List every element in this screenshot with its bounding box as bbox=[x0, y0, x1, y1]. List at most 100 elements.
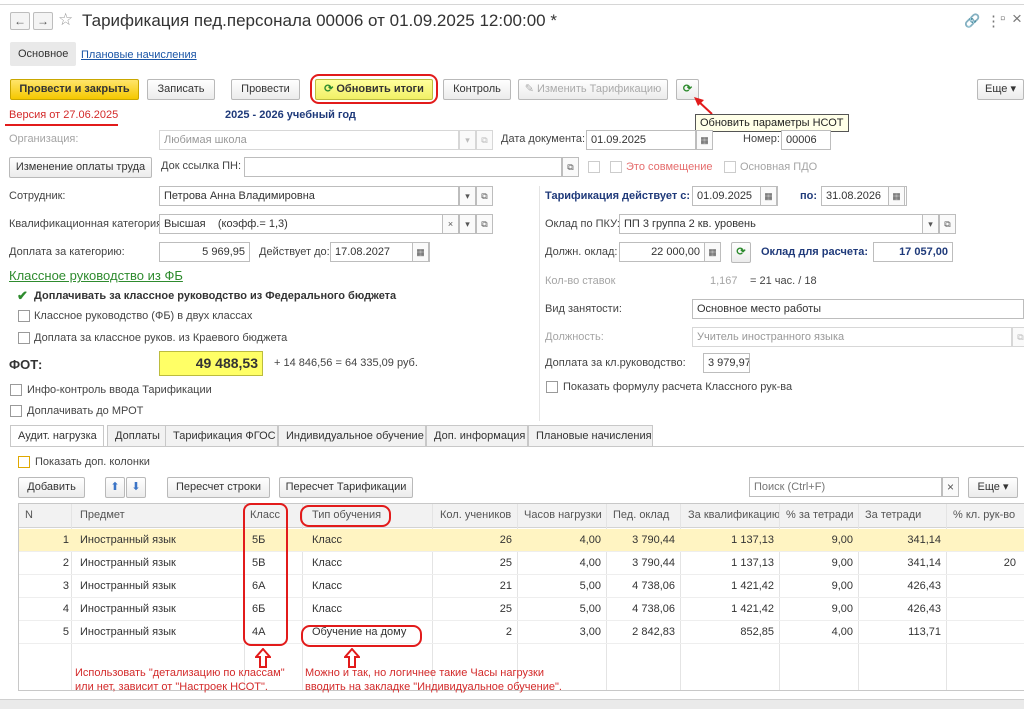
salary-refresh-button[interactable]: ⟳ bbox=[731, 242, 751, 263]
search-input[interactable] bbox=[749, 477, 942, 497]
add-row-button[interactable]: Добавить bbox=[18, 477, 85, 498]
category-clear-icon[interactable]: × bbox=[442, 214, 459, 234]
calendar-from-icon[interactable]: ▦ bbox=[760, 186, 777, 206]
mrot-label: Доплачивать до МРОТ bbox=[27, 405, 144, 417]
position-open-icon[interactable]: ⧉ bbox=[1012, 327, 1024, 347]
save-button[interactable]: Записать bbox=[147, 79, 215, 100]
pku-field[interactable]: ПП 3 группа 2 кв. уровень bbox=[619, 214, 924, 234]
col-class-lead-pct[interactable]: % кл. рук-во bbox=[953, 509, 1015, 521]
position-field[interactable]: Учитель иностранного языка bbox=[692, 327, 1012, 347]
col-hours[interactable]: Часов нагрузки bbox=[524, 509, 602, 521]
category-pay-field[interactable]: 5 969,95 bbox=[159, 242, 250, 262]
change-tarif-button[interactable]: ✎ Изменить Тарификацию bbox=[518, 79, 668, 100]
show-formula-checkbox[interactable] bbox=[546, 381, 558, 393]
cell-hours: 3,00 bbox=[579, 626, 601, 638]
employment-field[interactable]: Основное место работы bbox=[692, 299, 1024, 319]
main-pdo-checkbox[interactable] bbox=[724, 161, 736, 173]
col-ped-salary[interactable]: Пед. оклад bbox=[613, 509, 669, 521]
post-close-button[interactable]: Провести и закрыть bbox=[10, 79, 139, 100]
refresh-totals-button[interactable]: ⟳ Обновить итоги bbox=[315, 79, 433, 100]
tab-extra-info[interactable]: Доп. информация bbox=[426, 425, 528, 446]
col-n[interactable]: N bbox=[25, 509, 33, 521]
two-classes-checkbox[interactable] bbox=[18, 310, 30, 322]
cell-students: 2 bbox=[505, 626, 512, 638]
restore-icon[interactable]: ▫ bbox=[1000, 10, 1005, 27]
category-field[interactable]: Высшая (коэфф.= 1,3) bbox=[159, 214, 459, 234]
link-icon[interactable]: 🔗 bbox=[964, 13, 980, 29]
post-button[interactable]: Провести bbox=[231, 79, 300, 100]
annotation-left-1: Использовать "детализацию по классам" bbox=[75, 667, 285, 679]
control-button[interactable]: Контроль bbox=[443, 79, 511, 100]
more-button[interactable]: Еще ▾ bbox=[977, 79, 1024, 100]
calc-icon[interactable]: ▦ bbox=[704, 242, 721, 262]
forward-icon[interactable]: → bbox=[33, 12, 53, 30]
pku-dropdown-icon[interactable]: ▾ bbox=[922, 214, 939, 234]
table-row[interactable]: 3 Иностранный язык 6А Класс 21 5,00 4 73… bbox=[19, 575, 1024, 598]
table-row[interactable]: 5 Иностранный язык 4А Обучение на дому 2… bbox=[19, 621, 1024, 644]
org-open-icon[interactable]: ⧉ bbox=[476, 130, 493, 150]
back-icon[interactable]: ← bbox=[10, 12, 30, 30]
col-qualification[interactable]: За квалификацию bbox=[688, 509, 780, 521]
table-row[interactable]: 1 Иностранный язык 5Б Класс 26 4,00 3 79… bbox=[19, 529, 1024, 552]
rates-label: Кол-во ставок bbox=[545, 275, 616, 287]
category-open-icon[interactable]: ⧉ bbox=[476, 214, 493, 234]
org-dropdown-icon[interactable]: ▾ bbox=[459, 130, 476, 150]
move-down-icon[interactable]: ⬇ bbox=[126, 477, 146, 498]
change-pay-button[interactable]: Изменение оплаты труда bbox=[9, 157, 152, 178]
cell-qualification: 1 421,42 bbox=[731, 580, 774, 592]
regional-checkbox[interactable] bbox=[18, 332, 30, 344]
calendar-valid-icon[interactable]: ▦ bbox=[412, 242, 429, 262]
category-dropdown-icon[interactable]: ▾ bbox=[459, 214, 476, 234]
fot-value[interactable]: 49 488,53 bbox=[159, 351, 263, 376]
disabled-checkbox[interactable] bbox=[588, 161, 600, 173]
number-field[interactable]: 00006 bbox=[781, 130, 831, 150]
calendar-icon[interactable]: ▦ bbox=[696, 130, 713, 150]
federal-check-icon[interactable]: ✔ bbox=[17, 288, 28, 304]
table-row[interactable]: 2 Иностранный язык 5В Класс 25 4,00 3 79… bbox=[19, 552, 1024, 575]
pku-open-icon[interactable]: ⧉ bbox=[939, 214, 956, 234]
cell-students: 25 bbox=[499, 557, 512, 569]
mrot-checkbox[interactable] bbox=[10, 405, 22, 417]
class-pay-field[interactable]: 3 979,97 bbox=[703, 353, 750, 373]
menu-icon[interactable]: ⋮ bbox=[986, 12, 1001, 30]
move-up-icon[interactable]: ⬆ bbox=[105, 477, 125, 498]
recalc-rows-button[interactable]: Пересчет строки bbox=[167, 477, 270, 498]
extra-cols-checkbox[interactable] bbox=[18, 456, 30, 468]
employee-field[interactable]: Петрова Анна Владимировна bbox=[159, 186, 459, 206]
tab-extra-pay[interactable]: Доплаты bbox=[107, 425, 168, 446]
calendar-to-icon[interactable]: ▦ bbox=[888, 186, 905, 206]
tab-main[interactable]: Основное bbox=[10, 42, 77, 66]
col-notebooks-pct[interactable]: % за тетради bbox=[786, 509, 854, 521]
tab-individual[interactable]: Индивидуальное обучение bbox=[278, 425, 426, 446]
col-subject[interactable]: Предмет bbox=[80, 509, 125, 521]
tab-fgos[interactable]: Тарификация ФГОС bbox=[165, 425, 278, 446]
cell-hours: 5,00 bbox=[579, 580, 601, 592]
col-students[interactable]: Кол. учеников bbox=[440, 509, 511, 521]
org-field[interactable]: Любимая школа bbox=[159, 130, 459, 150]
cell-notebooks: 113,71 bbox=[908, 626, 941, 638]
close-icon[interactable]: × bbox=[1012, 9, 1022, 29]
combination-checkbox[interactable] bbox=[610, 161, 622, 173]
tab-planned[interactable]: Плановые начисления bbox=[81, 49, 197, 61]
col-notebooks[interactable]: За тетради bbox=[865, 509, 921, 521]
salary-field[interactable]: 22 000,00 bbox=[619, 242, 705, 262]
doc-date-field[interactable]: 01.09.2025 bbox=[586, 130, 696, 150]
table-row[interactable]: 4 Иностранный язык 6Б Класс 25 5,00 4 73… bbox=[19, 598, 1024, 621]
class-section-title[interactable]: Классное руководство из ФБ bbox=[9, 268, 183, 283]
annotation-left-2: или нет, зависит от "Настроек НСОТ". bbox=[75, 681, 268, 693]
window-top-strip bbox=[0, 0, 1024, 5]
tab-planned-lower[interactable]: Плановые начисления bbox=[528, 425, 653, 446]
search-clear-icon[interactable]: × bbox=[942, 477, 959, 497]
salary-refresh-icon: ⟳ bbox=[736, 246, 746, 258]
employee-dropdown-icon[interactable]: ▾ bbox=[459, 186, 476, 206]
refresh-totals-label: Обновить итоги bbox=[336, 83, 424, 95]
recalc-tarif-button[interactable]: Пересчет Тарификации bbox=[279, 477, 413, 498]
tab-audit-load[interactable]: Аудит. нагрузка bbox=[10, 425, 104, 447]
calc-salary-field[interactable]: 17 057,00 bbox=[873, 242, 953, 262]
info-control-checkbox[interactable] bbox=[10, 384, 22, 396]
doc-link-field[interactable] bbox=[244, 157, 562, 177]
doc-link-open-icon[interactable]: ⧉ bbox=[562, 157, 579, 177]
employee-open-icon[interactable]: ⧉ bbox=[476, 186, 493, 206]
star-icon[interactable]: ☆ bbox=[58, 10, 73, 30]
grid-more-button[interactable]: Еще ▾ bbox=[968, 477, 1018, 498]
